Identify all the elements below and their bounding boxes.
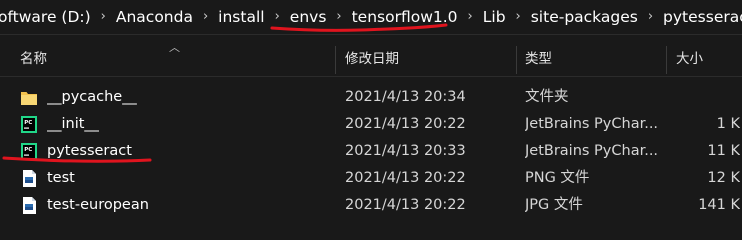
chevron-right-icon[interactable]: › xyxy=(510,0,527,34)
chevron-right-icon[interactable]: › xyxy=(330,0,347,34)
file-name: test xyxy=(47,170,75,186)
file-modified: 2021/4/13 20:34 xyxy=(345,89,466,105)
column-divider[interactable] xyxy=(666,46,667,74)
file-modified: 2021/4/13 20:22 xyxy=(345,170,466,186)
pycharm-file-icon: PC xyxy=(21,116,37,133)
svg-text:PC: PC xyxy=(24,147,32,153)
file-type: JPG 文件 xyxy=(525,197,583,213)
file-size: 11 K xyxy=(707,143,740,159)
file-row[interactable]: test-european 2021/4/13 20:22 JPG 文件 141… xyxy=(0,192,742,219)
file-name: pytesseract xyxy=(47,143,132,159)
file-name: test-european xyxy=(47,197,149,213)
file-row[interactable]: __pycache__ 2021/4/13 20:34 文件夹 xyxy=(0,84,742,111)
file-modified: 2021/4/13 20:22 xyxy=(345,197,466,213)
file-name: __pycache__ xyxy=(47,89,137,105)
sort-up-icon: ︿ xyxy=(169,41,180,54)
breadcrumb-install[interactable]: install xyxy=(214,0,268,34)
column-header-row: ︿ 名称 修改日期 类型 大小 xyxy=(0,41,742,77)
breadcrumb-site-packages[interactable]: site-packages xyxy=(527,0,642,34)
column-header-name[interactable]: 名称 xyxy=(20,42,47,76)
image-file-icon xyxy=(23,170,36,187)
pycharm-file-icon: PC xyxy=(21,143,37,160)
file-type: 文件夹 xyxy=(525,89,569,105)
column-header-size[interactable]: 大小 xyxy=(676,42,703,76)
breadcrumb-envs[interactable]: envs xyxy=(286,0,331,34)
chevron-right-icon[interactable]: › xyxy=(95,0,112,34)
chevron-right-icon[interactable]: › xyxy=(642,0,659,34)
address-bar[interactable]: oftware (D:) › Anaconda › install › envs… xyxy=(0,0,742,35)
column-header-modified[interactable]: 修改日期 xyxy=(345,42,399,76)
file-row[interactable]: PC pytesseract 2021/4/13 20:33 JetBrains… xyxy=(0,138,742,165)
file-modified: 2021/4/13 20:33 xyxy=(345,143,466,159)
file-size xyxy=(668,84,740,111)
breadcrumb-lib[interactable]: Lib xyxy=(479,0,510,34)
chevron-right-icon[interactable]: › xyxy=(269,0,286,34)
file-name: __init__ xyxy=(47,116,99,132)
file-type: PNG 文件 xyxy=(525,170,590,186)
file-type: JetBrains PyChar... xyxy=(525,116,659,132)
file-type: JetBrains PyChar... xyxy=(525,143,659,159)
file-row[interactable]: test 2021/4/13 20:22 PNG 文件 12 K xyxy=(0,165,742,192)
breadcrumb-pytesseract[interactable]: pytesseract xyxy=(659,0,742,34)
column-header-type[interactable]: 类型 xyxy=(525,42,552,76)
image-file-icon xyxy=(23,197,36,214)
breadcrumb-drive[interactable]: oftware (D:) xyxy=(0,0,95,34)
file-size: 141 K xyxy=(698,197,740,213)
column-divider[interactable] xyxy=(335,46,336,74)
breadcrumb-anaconda[interactable]: Anaconda xyxy=(112,0,197,34)
file-size: 1 K xyxy=(716,116,740,132)
file-row[interactable]: PC __init__ 2021/4/13 20:22 JetBrains Py… xyxy=(0,111,742,138)
file-modified: 2021/4/13 20:22 xyxy=(345,116,466,132)
chevron-right-icon[interactable]: › xyxy=(462,0,479,34)
svg-text:PC: PC xyxy=(24,120,32,126)
folder-icon xyxy=(21,92,37,105)
column-divider[interactable] xyxy=(516,46,517,74)
file-size: 12 K xyxy=(707,170,740,186)
file-explorer-window: oftware (D:) › Anaconda › install › envs… xyxy=(0,0,742,233)
breadcrumb-tensorflow[interactable]: tensorflow1.0 xyxy=(348,0,462,34)
chevron-right-icon[interactable]: › xyxy=(197,0,214,34)
